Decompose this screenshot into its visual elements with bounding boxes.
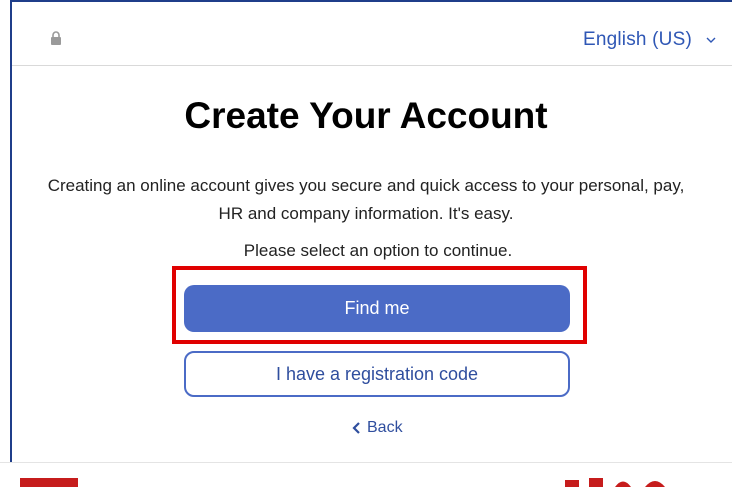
partial-mark-right xyxy=(565,478,665,487)
lock-icon xyxy=(51,31,61,45)
bottom-edge xyxy=(0,462,732,487)
partial-mark-left xyxy=(20,478,78,487)
back-link[interactable]: Back xyxy=(352,419,403,437)
prompt-text: Please select an option to continue. xyxy=(243,241,513,260)
find-me-label: Find me xyxy=(344,298,410,318)
language-select[interactable]: English (US) xyxy=(583,29,716,51)
intro-text: Creating an online account gives you sec… xyxy=(47,176,685,223)
page-title: Create Your Account xyxy=(184,95,548,136)
find-me-button[interactable]: Find me xyxy=(184,285,570,332)
top-bar: English (US) xyxy=(12,2,732,66)
registration-code-button[interactable]: I have a registration code xyxy=(184,351,570,397)
registration-code-label: I have a registration code xyxy=(275,363,479,384)
chevron-down-icon xyxy=(706,37,716,43)
language-label: English (US) xyxy=(582,29,692,50)
frame-border-left xyxy=(10,0,12,462)
bottom-divider xyxy=(0,462,732,463)
back-label: Back xyxy=(367,419,403,436)
page: English (US) Create Your Account Creatin… xyxy=(0,0,732,487)
chevron-left-icon xyxy=(352,422,360,434)
